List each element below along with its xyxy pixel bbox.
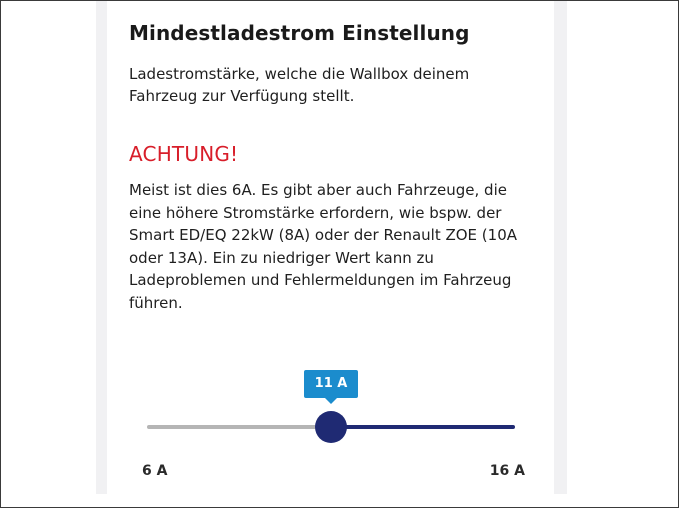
slider-track-filled[interactable]	[331, 425, 515, 429]
left-margin	[1, 1, 107, 507]
warning-title: ACHTUNG!	[129, 142, 239, 166]
right-divider-strip	[554, 1, 567, 494]
min-current-slider[interactable]: 11 A 6 A 16 A	[142, 363, 525, 483]
app-frame: Mindestladestrom Einstellung Ladestromst…	[0, 0, 679, 508]
section-title: Mindestladestrom Einstellung	[129, 21, 470, 45]
left-divider-strip	[96, 1, 107, 494]
slider-thumb[interactable]	[315, 411, 347, 443]
settings-card: Mindestladestrom Einstellung Ladestromst…	[107, 1, 554, 494]
slider-track-unfilled[interactable]	[147, 425, 331, 429]
slider-value-bubble: 11 A	[304, 370, 358, 404]
slider-min-label: 6 A	[142, 463, 168, 479]
slider-max-label: 16 A	[489, 463, 525, 479]
warning-text: Meist ist dies 6A. Es gibt aber auch Fah…	[129, 181, 518, 312]
section-description: Ladestromstärke, welche die Wallbox dein…	[129, 65, 470, 105]
